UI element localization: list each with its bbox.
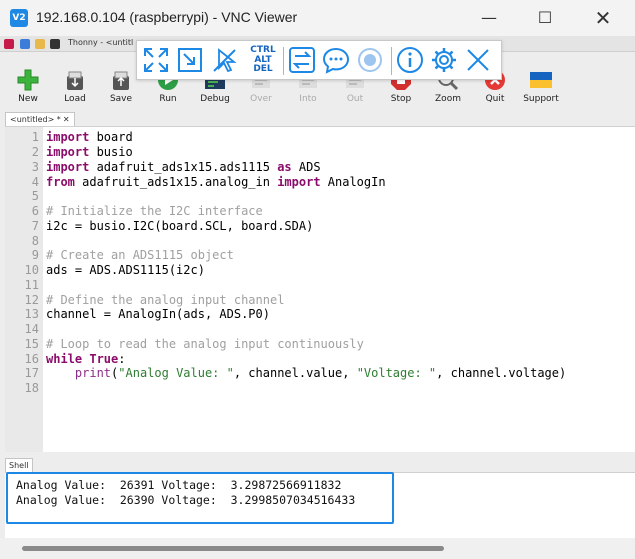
code-line: print("Analog Value: ", channel.value, "… [74,366,567,380]
taskbar-thonny-item[interactable]: Thonny - <untitl [68,38,133,47]
vnc-floating-toolbar: CTRL ALT DEL [136,40,502,80]
line-number: 1 [31,130,39,144]
ctrl-alt-del-button[interactable]: CTRL ALT DEL [247,45,279,75]
window-titlebar: V2 192.168.0.104 (raspberrypi) - VNC Vie… [0,0,635,36]
code-comment: # Initialize the I2C interface [46,204,263,218]
maximize-button[interactable]: ☐ [522,0,568,36]
line-number: 8 [31,234,39,248]
line-number: 6 [31,204,39,218]
ukraine-flag-icon [529,68,553,92]
code-line: channel = AnalogIn(ads, ADS.P0) [46,307,270,321]
chat-icon [322,47,350,74]
line-number: 15 [24,337,39,351]
toolbar-separator [391,47,392,75]
horizontal-scrollbar[interactable] [0,538,635,559]
line-number: 4 [31,175,39,189]
support-button[interactable]: Support [518,64,564,104]
line-number: 18 [24,381,39,395]
quit-label: Quit [485,94,505,104]
run-label: Run [159,94,177,104]
line-number: 17 [24,366,39,380]
line-number: 10 [24,263,39,277]
shell-tab-label: Shell [9,461,29,470]
code-comment: # Loop to read the analog input continuo… [46,337,364,351]
disable-pointer-button[interactable] [209,45,239,75]
scale-icon [178,48,202,72]
code-line: from adafruit_ads1x15.analog_in import A… [46,175,386,189]
minimize-button[interactable]: — [466,0,512,36]
code-line: import board [46,130,133,144]
fullscreen-button[interactable] [141,45,171,75]
code-line: while True: [46,352,126,366]
code-line: import busio [46,145,133,159]
support-label: Support [523,94,559,104]
shell-output-highlight [6,472,394,524]
new-label: New [18,94,38,104]
line-number-gutter: 1 2 3 4 5 6 7 8 9 10 11 12 13 14 15 16 1… [5,127,43,452]
raspberry-menu-icon[interactable] [4,39,14,49]
save-label: Save [109,94,133,104]
load-icon [63,68,87,92]
load-label: Load [64,94,86,104]
line-number: 5 [31,189,39,203]
step-into-label: Into [299,94,317,104]
scale-button[interactable] [175,45,205,75]
record-icon [358,48,382,72]
fullscreen-icon [144,48,168,72]
pointer-disabled-icon [213,48,237,73]
line-number: 12 [24,293,39,307]
code-editor[interactable]: 1 2 3 4 5 6 7 8 9 10 11 12 13 14 15 16 1… [5,126,635,452]
close-window-button[interactable]: ✕ [580,0,626,36]
close-icon [467,49,489,71]
line-number: 16 [24,352,39,366]
line-number: 2 [31,145,39,159]
terminal-icon[interactable] [50,39,60,49]
line-number: 14 [24,322,39,336]
new-button[interactable]: New [5,64,51,104]
del-label: DEL [253,64,273,74]
transfer-files-button[interactable] [287,45,317,75]
info-icon [397,47,423,73]
close-toolbar-button[interactable] [463,45,493,75]
line-number: 7 [31,219,39,233]
chat-button[interactable] [321,45,351,75]
line-number: 9 [31,248,39,262]
toolbar-separator [283,47,284,75]
window-title: 192.168.0.104 (raspberrypi) - VNC Viewer [36,9,298,25]
tab-untitled[interactable]: <untitled> * ✕ [5,112,75,126]
gear-icon [432,48,456,72]
settings-button[interactable] [429,45,459,75]
stop-label: Stop [390,94,412,104]
line-number: 11 [24,278,39,292]
transfer-icon [289,47,315,73]
tab-shell[interactable]: Shell [5,458,33,472]
browser-icon[interactable] [20,39,30,49]
shell-panel[interactable]: Analog Value: 26391 Voltage: 3.298725669… [5,472,635,538]
code-line: import adafruit_ads1x15.ads1115 as ADS [46,160,321,174]
code-comment: # Create an ADS1115 object [46,248,234,262]
new-icon [16,68,40,92]
load-button[interactable]: Load [52,64,98,104]
tab-label: <untitled> * [10,115,61,124]
remote-desktop-area: Thonny - <untitl New Load Save Run Debug… [0,36,635,559]
zoom-label: Zoom [435,94,461,104]
file-manager-icon[interactable] [35,39,45,49]
save-icon [109,68,133,92]
tab-close-icon[interactable]: ✕ [63,115,70,124]
line-number: 3 [31,160,39,174]
info-button[interactable] [395,45,425,75]
code-line: i2c = busio.I2C(board.SCL, board.SDA) [46,219,314,233]
step-out-label: Out [346,94,364,104]
step-over-label: Over [250,94,272,104]
debug-label: Debug [200,94,230,104]
line-number: 13 [24,307,39,321]
record-button[interactable] [355,45,385,75]
scrollbar-thumb[interactable] [22,546,444,551]
code-line: ads = ADS.ADS1115(i2c) [46,263,205,277]
code-comment: # Define the analog input channel [46,293,285,307]
vnc-viewer-logo-icon: V2 [10,9,28,27]
